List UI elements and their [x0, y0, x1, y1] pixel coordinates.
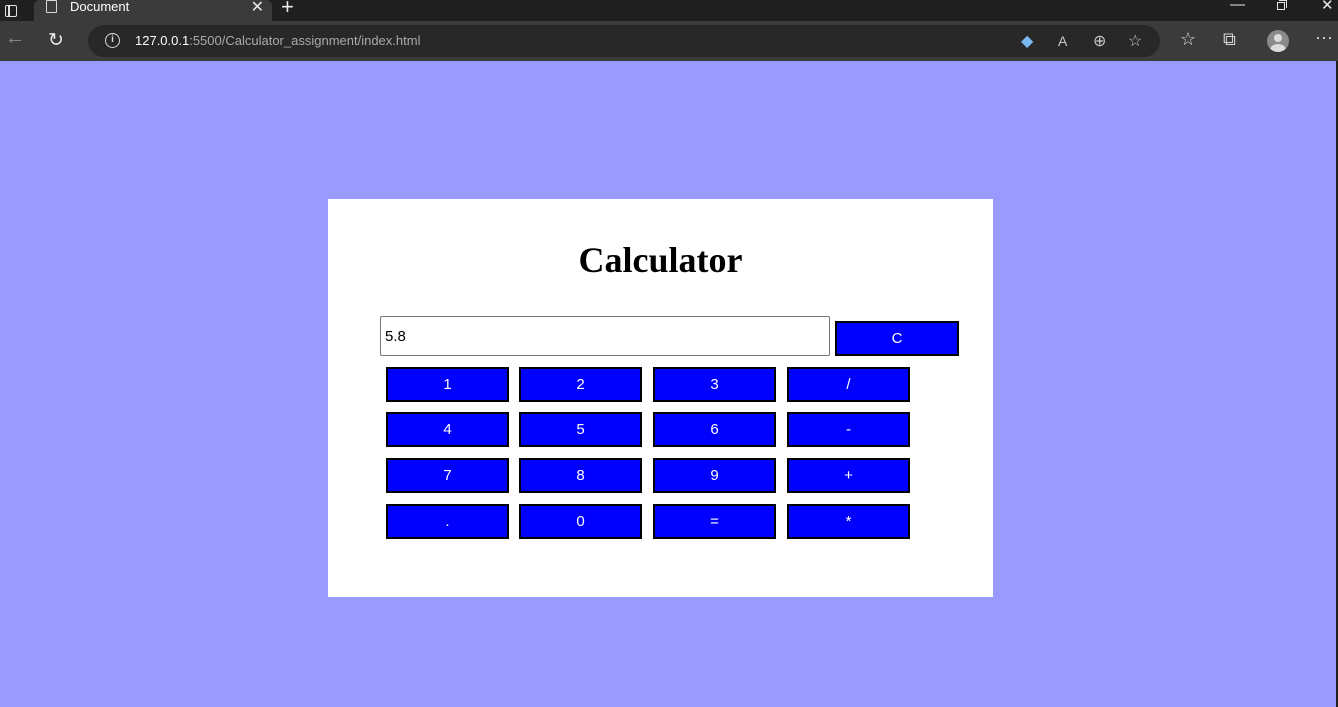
digit-6-button[interactable]: 6: [653, 412, 776, 447]
close-tab-icon[interactable]: ✕: [251, 0, 264, 17]
digit-3-button[interactable]: 3: [653, 367, 776, 402]
reload-button[interactable]: ↻: [48, 29, 64, 52]
profile-avatar-icon[interactable]: [1267, 30, 1289, 52]
digit-5-button[interactable]: 5: [519, 412, 642, 447]
close-window-button[interactable]: ✕: [1321, 0, 1334, 14]
avatar-head: [1274, 34, 1282, 42]
digit-8-button[interactable]: 8: [519, 458, 642, 493]
back-button[interactable]: ←: [5, 27, 25, 50]
digit-2-button[interactable]: 2: [519, 367, 642, 402]
avatar-body: [1270, 44, 1286, 52]
active-tab[interactable]: Document ✕: [34, 0, 272, 21]
clear-button[interactable]: C: [835, 321, 959, 356]
decimal-button[interactable]: .: [386, 504, 509, 539]
tab-actions-icon: [5, 4, 17, 17]
url-text[interactable]: 127.0.0.1:5500/Calculator_assignment/ind…: [135, 33, 420, 48]
equals-button[interactable]: =: [653, 504, 776, 539]
digit-4-button[interactable]: 4: [386, 412, 509, 447]
address-bar[interactable]: i 127.0.0.1:5500/Calculator_assignment/i…: [88, 25, 1160, 57]
calculator-display-input[interactable]: [380, 316, 830, 356]
more-options-icon[interactable]: ···: [1315, 27, 1333, 48]
digit-1-button[interactable]: 1: [386, 367, 509, 402]
shopping-tag-icon[interactable]: ◆: [1021, 31, 1033, 51]
zoom-icon[interactable]: ⊕: [1093, 31, 1106, 51]
multiply-button[interactable]: *: [787, 504, 910, 539]
tab-title: Document: [70, 0, 130, 14]
site-info-icon[interactable]: i: [105, 33, 120, 48]
calculator-card: Calculator C 123 / 456- 789 +. 0 = *: [328, 199, 993, 597]
favorites-icon[interactable]: ☆: [1180, 29, 1196, 50]
minimize-window-button[interactable]: —: [1230, 0, 1245, 13]
collections-icon[interactable]: ⧉: [1223, 29, 1236, 50]
subtract-button[interactable]: -: [787, 412, 910, 447]
browser-toolbar: ← ↻ i 127.0.0.1:5500/Calculator_assignme…: [0, 21, 1338, 61]
divide-button[interactable]: /: [787, 367, 910, 402]
tab-bar: Document ✕ + — ✕: [0, 0, 1338, 21]
digit-9-button[interactable]: 9: [653, 458, 776, 493]
digit-7-button[interactable]: 7: [386, 458, 509, 493]
digit-0-button[interactable]: 0: [519, 504, 642, 539]
tab-actions-button[interactable]: [0, 0, 22, 21]
read-aloud-icon[interactable]: A: [1058, 33, 1067, 49]
add-favorite-icon[interactable]: ☆: [1128, 31, 1142, 51]
restore-icon-back: [1277, 2, 1285, 10]
url-host: 127.0.0.1: [135, 33, 190, 48]
url-path: :5500/Calculator_assignment/index.html: [189, 33, 421, 48]
document-icon: [46, 0, 57, 13]
page-title: Calculator: [578, 240, 743, 280]
new-tab-button[interactable]: +: [281, 0, 294, 20]
add-button[interactable]: +: [787, 458, 910, 493]
